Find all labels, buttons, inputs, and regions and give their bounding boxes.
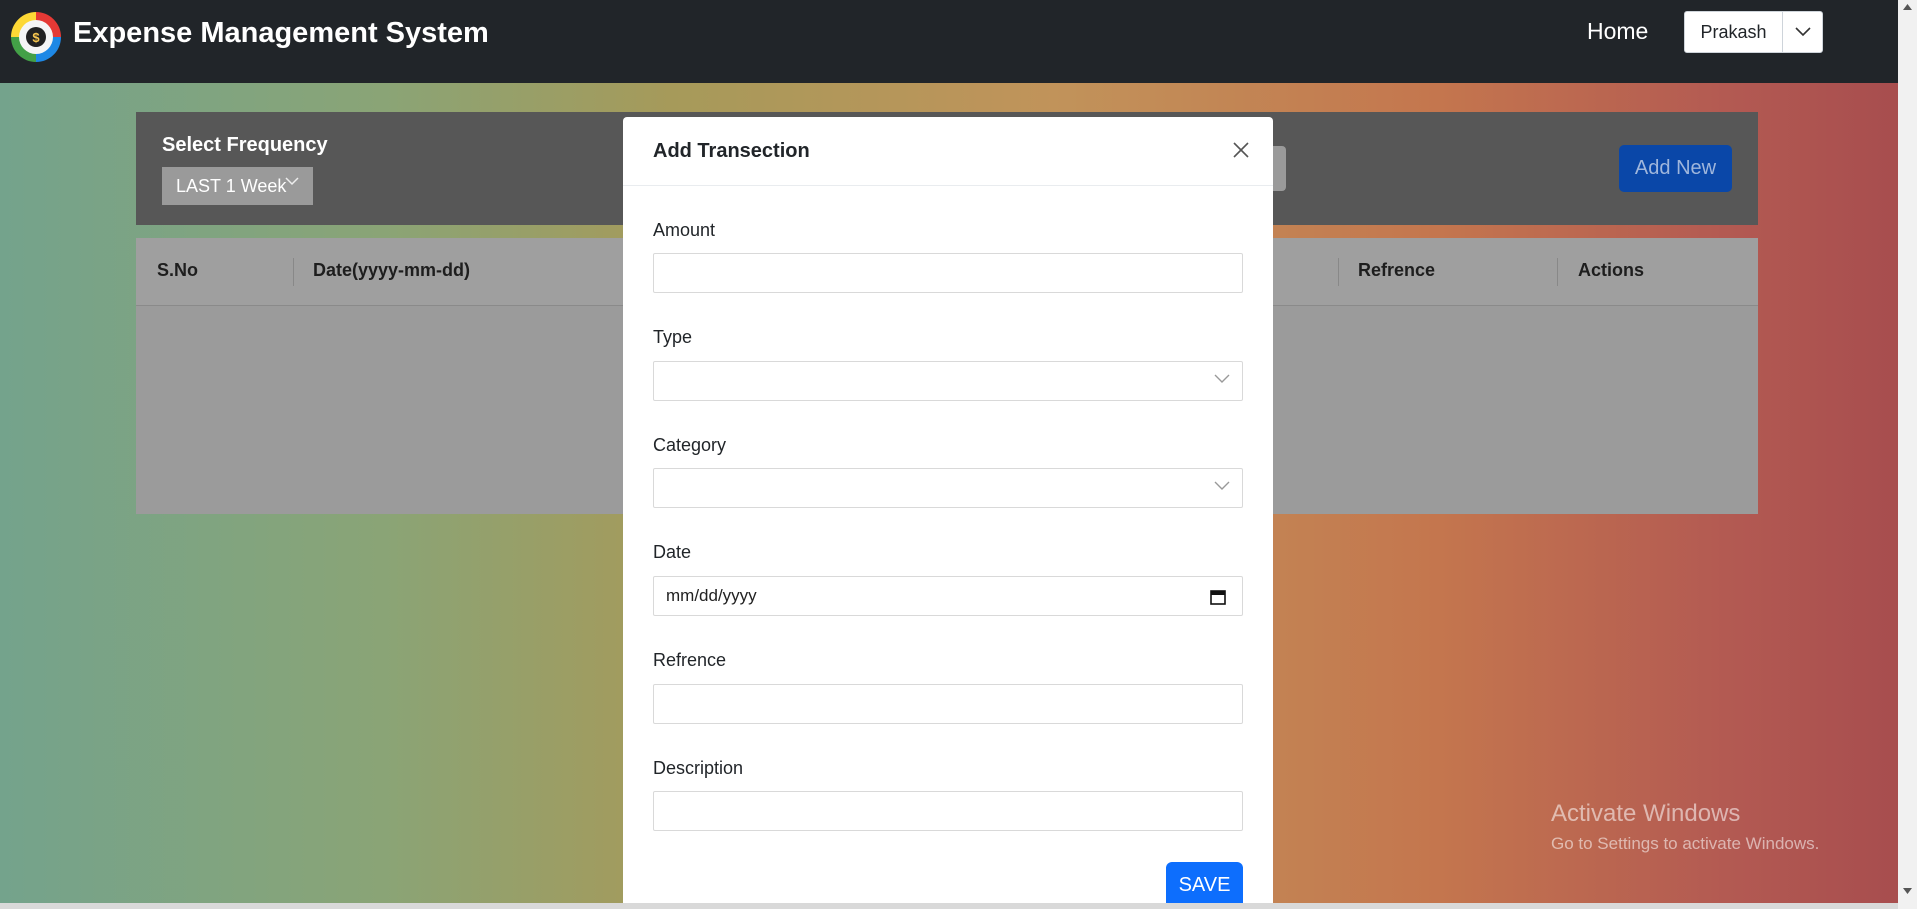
type-label: Type: [653, 327, 693, 347]
horizontal-scrollbar[interactable]: [0, 903, 1898, 909]
close-icon[interactable]: [1229, 138, 1253, 162]
watermark-subtitle: Go to Settings to activate Windows.: [1551, 834, 1820, 853]
save-button[interactable]: SAVE: [1166, 862, 1243, 909]
home-link[interactable]: Home: [1587, 18, 1648, 45]
amount-input[interactable]: [653, 253, 1243, 293]
header-date: Date(yyyy-mm-dd): [313, 260, 471, 280]
scroll-down-icon[interactable]: [1903, 888, 1912, 894]
category-select[interactable]: [653, 468, 1243, 508]
frequency-select[interactable]: LAST 1 Week: [162, 167, 313, 205]
category-label: Category: [653, 435, 727, 455]
header-reference: Refrence: [1358, 260, 1436, 280]
frequency-label: Select Frequency: [162, 134, 328, 156]
modal-title: Add Transection: [653, 140, 810, 162]
scroll-up-icon[interactable]: [1903, 4, 1912, 10]
chevron-down-icon: [1214, 374, 1230, 383]
description-input[interactable]: [653, 791, 1243, 831]
calendar-icon[interactable]: [1210, 589, 1226, 605]
date-input[interactable]: mm/dd/yyyy: [653, 576, 1243, 616]
header-sno: S.No: [157, 260, 199, 280]
watermark-title: Activate Windows: [1551, 800, 1741, 827]
user-name-button[interactable]: Prakash: [1685, 12, 1783, 52]
date-placeholder: mm/dd/yyyy: [666, 586, 757, 605]
date-label: Date: [653, 542, 692, 562]
navbar: $ Expense Management System Home Prakash: [0, 0, 1898, 83]
modal-header: Add Transection: [623, 117, 1273, 186]
chevron-down-icon[interactable]: [1783, 12, 1822, 52]
chevron-down-icon: [285, 177, 299, 186]
add-new-button[interactable]: Add New: [1619, 145, 1732, 192]
frequency-value: LAST 1 Week: [176, 175, 287, 196]
vertical-scrollbar[interactable]: [1898, 0, 1917, 909]
reference-input[interactable]: [653, 684, 1243, 724]
chevron-down-icon: [1214, 481, 1230, 490]
amount-label: Amount: [653, 220, 716, 240]
description-label: Description: [653, 758, 744, 778]
user-dropdown[interactable]: Prakash: [1684, 11, 1823, 53]
header-actions: Actions: [1578, 260, 1645, 280]
dollar-coin-icon: $: [26, 27, 46, 47]
app-logo: $: [11, 12, 61, 62]
app-title: Expense Management System: [73, 17, 489, 49]
type-select[interactable]: [653, 361, 1243, 401]
reference-label: Refrence: [653, 650, 727, 670]
add-transaction-modal: Add Transection Amount Type Category Dat…: [623, 117, 1273, 909]
